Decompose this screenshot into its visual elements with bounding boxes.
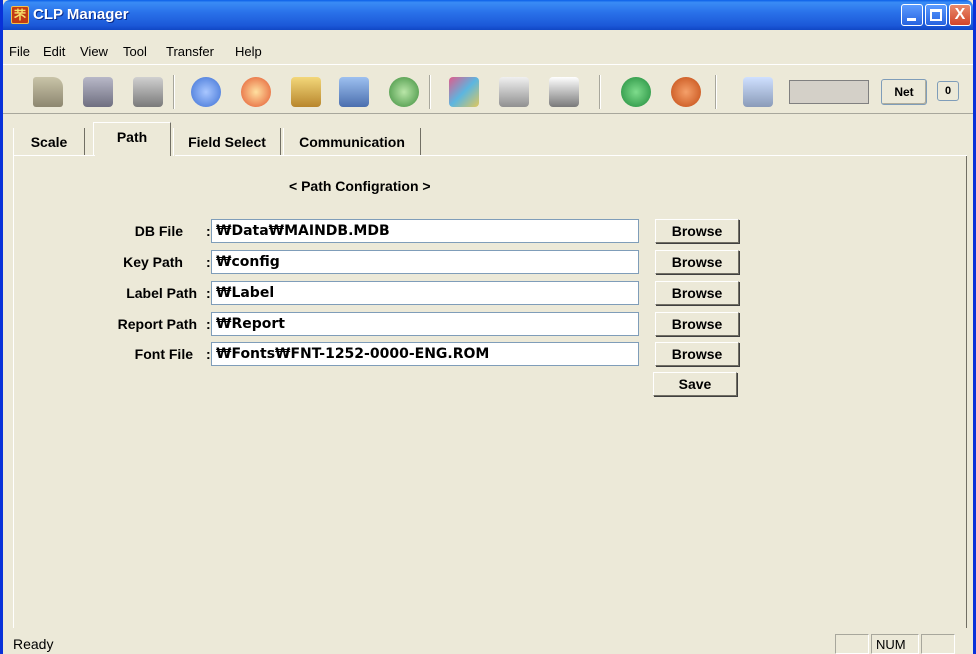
report-path-label: Report Path [117,316,197,332]
grid-icon[interactable] [449,77,479,107]
menu-edit[interactable]: Edit [43,44,65,60]
key-path-label: Key Path [123,254,183,270]
report-path-colon: : [206,316,211,332]
open-folder-icon[interactable] [33,77,63,107]
menu-transfer[interactable]: Transfer [166,44,214,60]
db-file-label: DB File [134,223,183,239]
users-icon[interactable] [389,77,419,107]
key-path-colon: : [206,254,211,270]
tab-field-select[interactable]: Field Select [173,128,281,156]
section-title: < Path Configration > [289,178,431,194]
toolbar-separator [173,75,175,109]
menu-file[interactable]: File [9,44,30,60]
keyboard-icon[interactable] [549,77,579,107]
status-bar: Ready NUM [3,632,973,654]
font-file-input[interactable]: ₩Fonts₩FNT-1252-0000-ENG.ROM [211,342,639,366]
upload-icon[interactable] [291,77,321,107]
plu-icon[interactable] [191,77,221,107]
star-icon[interactable] [241,77,271,107]
status-pane-empty [835,634,869,654]
menu-help[interactable]: Help [235,44,262,60]
key-path-input[interactable]: ₩config [211,250,639,274]
back-icon[interactable] [671,77,701,107]
app-logo-icon: 芣 [11,6,29,24]
tab-bar: Scale Path Field Select Communication [13,122,967,156]
toolbar-separator [599,75,601,109]
report-path-input[interactable]: ₩Report [211,312,639,336]
save-button[interactable]: Save [653,372,737,396]
num-lock-indicator: NUM [871,634,919,654]
label-icon[interactable] [499,77,529,107]
db-file-colon: : [206,223,211,239]
download-icon[interactable] [339,77,369,107]
menu-bar: File Edit View Tool Transfer Help [3,30,973,64]
label-path-input[interactable]: ₩Label [211,281,639,305]
settings-tools-icon[interactable] [743,77,773,107]
close-button[interactable]: X [949,4,971,26]
font-file-colon: : [206,346,211,362]
font-file-browse-button[interactable]: Browse [655,342,739,366]
print-icon[interactable] [133,77,163,107]
key-path-browse-button[interactable]: Browse [655,250,739,274]
label-path-browse-button[interactable]: Browse [655,281,739,305]
net-button[interactable]: Net [881,79,927,105]
label-path-colon: : [206,285,211,301]
tab-communication[interactable]: Communication [283,128,421,156]
status-text: Ready [13,636,54,652]
net-weight-display [789,80,869,104]
zero-button[interactable]: 0 [937,81,959,101]
minimize-button[interactable] [901,4,923,26]
maximize-button[interactable] [925,4,947,26]
toolbar: Net 0 [3,64,973,114]
toolbar-separator [429,75,431,109]
forward-icon[interactable] [621,77,651,107]
tab-scale[interactable]: Scale [13,128,85,156]
db-file-input[interactable]: ₩Data₩MAINDB.MDB [211,219,639,243]
window-title: CLP Manager [33,6,129,23]
close-icon: X [954,6,966,23]
label-path-label: Label Path [126,285,197,301]
minimize-icon [907,18,916,21]
font-file-label: Font File [134,346,193,362]
db-file-browse-button[interactable]: Browse [655,219,739,243]
main-window: 芣 CLP Manager X File Edit View Tool Tran… [0,0,976,654]
report-path-browse-button[interactable]: Browse [655,312,739,336]
status-pane-empty-right [921,634,955,654]
menu-view[interactable]: View [80,44,108,60]
menu-tool[interactable]: Tool [123,44,147,60]
toolbar-separator [715,75,717,109]
save-disk-icon[interactable] [83,77,113,107]
maximize-icon [930,9,942,21]
title-bar[interactable]: 芣 CLP Manager X [3,0,973,30]
tab-path[interactable]: Path [93,122,171,156]
